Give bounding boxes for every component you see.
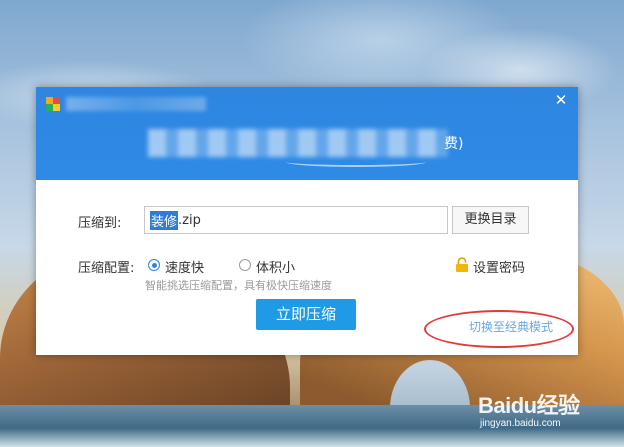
option-size-label[interactable]: 体积小 <box>256 257 295 276</box>
close-icon: ✕ <box>554 91 568 109</box>
set-password-link[interactable]: 设置密码 <box>473 257 525 276</box>
baidu-watermark: Baidu经验 jingyan.baidu.com <box>470 384 620 444</box>
header-banner-blurred <box>148 129 448 157</box>
watermark-url: jingyan.baidu.com <box>480 418 561 429</box>
config-label: 压缩配置: <box>78 261 135 276</box>
watermark-brand: Baidu经验 <box>478 393 580 418</box>
header-banner-tail: 费) <box>444 136 464 152</box>
app-logo-icon <box>46 97 60 111</box>
lock-icon <box>456 257 468 272</box>
path-label: 压缩到: <box>78 216 122 231</box>
path-selected-text: 装修 <box>150 210 179 230</box>
window-title-blurred <box>66 97 206 111</box>
header-swoosh <box>286 157 426 167</box>
option-speed-label[interactable]: 速度快 <box>165 257 204 276</box>
change-directory-button[interactable]: 更换目录 <box>452 206 529 234</box>
config-hint: 智能挑选压缩配置，具有极快压缩速度 <box>145 279 332 292</box>
path-input[interactable]: 装修 .zip <box>144 206 448 234</box>
radio-size[interactable] <box>239 259 251 271</box>
compress-now-button[interactable]: 立即压缩 <box>256 299 356 330</box>
path-extension: .zip <box>178 212 201 228</box>
radio-speed[interactable] <box>148 259 160 271</box>
close-button[interactable]: ✕ <box>552 91 570 109</box>
dialog-header: ✕ 费) <box>36 87 578 180</box>
annotation-circle <box>424 310 574 348</box>
